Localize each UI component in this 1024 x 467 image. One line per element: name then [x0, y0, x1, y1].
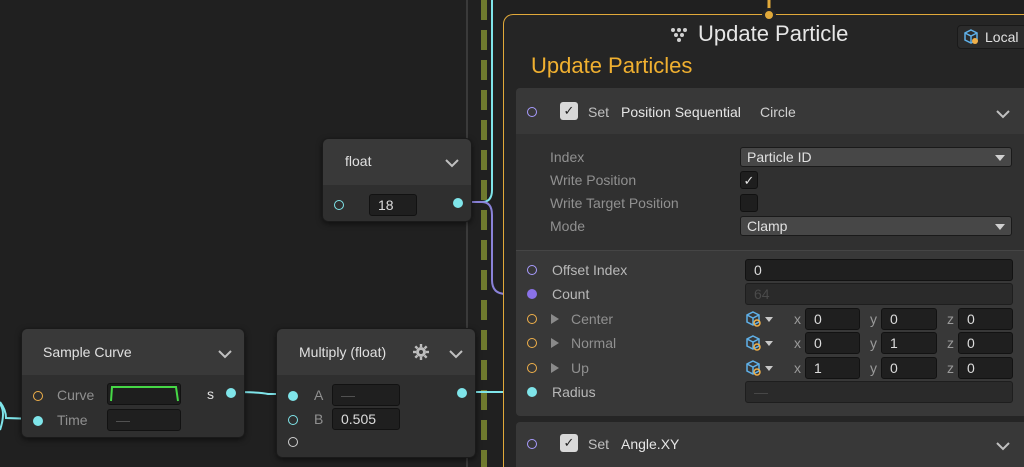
index-value: Particle ID: [747, 149, 812, 165]
gear-icon[interactable]: [412, 343, 430, 361]
center-port[interactable]: [527, 314, 537, 324]
chevron-down-icon[interactable]: [996, 441, 1010, 451]
write-target-position-checkbox[interactable]: [740, 194, 758, 212]
offset-index-label: Offset Index: [552, 262, 628, 278]
center-expand-icon[interactable]: [551, 314, 559, 324]
s-output-label: s: [207, 386, 214, 402]
cube-space-icon[interactable]: [745, 310, 775, 328]
particles-icon: [671, 28, 687, 42]
multiply-output-port[interactable]: [457, 388, 467, 398]
b-input-port[interactable]: [288, 415, 298, 425]
normal-expand-icon[interactable]: [551, 338, 559, 348]
radius-label: Radius: [552, 384, 596, 400]
float-input-port[interactable]: [334, 200, 344, 210]
up-label: Up: [571, 360, 589, 376]
curve-field[interactable]: [107, 383, 181, 405]
float-node[interactable]: float 18: [322, 138, 472, 222]
sample-curve-node[interactable]: Sample Curve Curve Time — s: [21, 328, 245, 438]
normal-y-label: y: [870, 335, 877, 351]
float-value-field[interactable]: 18: [369, 194, 417, 216]
up-port[interactable]: [527, 363, 537, 373]
normal-port[interactable]: [527, 338, 537, 348]
cube-space-icon[interactable]: [745, 359, 775, 377]
up-y-label: y: [870, 360, 877, 376]
center-label: Center: [571, 311, 614, 327]
normal-y-field[interactable]: 1: [881, 332, 937, 354]
set-label: Set: [588, 104, 610, 120]
block-activation-port[interactable]: [527, 107, 537, 117]
curve-label: Curve: [57, 387, 95, 403]
sample-curve-title: Sample Curve: [43, 344, 132, 360]
normal-label: Normal: [571, 335, 617, 351]
up-z-field[interactable]: 0: [958, 357, 1013, 379]
chevron-down-icon[interactable]: [218, 349, 232, 359]
chevron-down-icon[interactable]: [996, 109, 1010, 119]
up-x-field[interactable]: 1: [805, 357, 860, 379]
angle-block-activation-port[interactable]: [527, 439, 537, 449]
add-input-port[interactable]: [288, 437, 298, 447]
chevron-down-icon[interactable]: [445, 158, 459, 168]
write-position-checkbox[interactable]: ✓: [740, 171, 758, 189]
radius-port[interactable]: [527, 387, 537, 397]
count-field[interactable]: 64: [745, 283, 1013, 305]
center-z-label: z: [947, 311, 954, 327]
space-toggle-button[interactable]: Local: [957, 25, 1024, 49]
mode-label: Mode: [550, 218, 586, 234]
block-enabled-checkbox[interactable]: ✓: [560, 102, 578, 120]
offset-index-field[interactable]: 0: [745, 259, 1013, 281]
up-z-label: z: [947, 360, 954, 376]
center-x-label: x: [794, 311, 801, 327]
time-input-port[interactable]: [33, 416, 43, 426]
normal-z-label: z: [947, 335, 954, 351]
normal-x-field[interactable]: 0: [805, 332, 860, 354]
mode-dropdown[interactable]: Clamp: [740, 216, 1012, 236]
time-label: Time: [57, 412, 88, 428]
curve-input-port[interactable]: [33, 391, 43, 401]
s-output-port[interactable]: [226, 388, 236, 398]
multiply-title: Multiply (float): [299, 344, 387, 360]
a-label: A: [314, 387, 324, 403]
space-label: Local: [985, 29, 1019, 45]
flow-input-port[interactable]: [762, 8, 776, 22]
normal-z-field[interactable]: 0: [958, 332, 1013, 354]
mode-value: Clamp: [747, 218, 788, 234]
up-x-label: x: [794, 360, 801, 376]
center-z-field[interactable]: 0: [958, 308, 1013, 330]
block-variant: Circle: [760, 104, 796, 120]
context-title: Update Particle: [698, 21, 849, 46]
angle-set-label: Set: [588, 436, 610, 452]
multiply-node[interactable]: Multiply (float) A — B 0.505: [276, 328, 476, 458]
float-node-title: float: [345, 153, 372, 169]
center-y-label: y: [870, 311, 877, 327]
angle-block-name: Angle.XY: [621, 436, 680, 452]
b-label: B: [314, 411, 324, 427]
index-dropdown[interactable]: Particle ID: [740, 147, 1012, 167]
up-y-field[interactable]: 0: [881, 357, 937, 379]
normal-x-label: x: [794, 335, 801, 351]
offset-index-port[interactable]: [527, 265, 537, 275]
chevron-down-icon[interactable]: [449, 349, 463, 359]
up-expand-icon[interactable]: [551, 363, 559, 373]
a-input-port[interactable]: [288, 391, 298, 401]
cube-space-icon[interactable]: [745, 334, 775, 352]
b-field[interactable]: 0.505: [332, 408, 400, 430]
center-x-field[interactable]: 0: [805, 308, 860, 330]
radius-field[interactable]: —: [745, 381, 1013, 403]
curve-preview-icon: [110, 386, 179, 402]
index-label: Index: [550, 149, 585, 165]
block-name: Position Sequential: [621, 104, 741, 120]
count-label: Count: [552, 286, 590, 302]
write-target-position-label: Write Target Position: [550, 195, 679, 211]
float-output-port[interactable]: [453, 198, 463, 208]
time-field[interactable]: —: [107, 409, 181, 431]
cube-icon: [964, 29, 978, 44]
a-field[interactable]: —: [332, 384, 400, 406]
center-y-field[interactable]: 0: [881, 308, 937, 330]
count-port[interactable]: [527, 289, 537, 299]
context-subtitle: Update Particles: [531, 53, 693, 78]
write-position-label: Write Position: [550, 172, 637, 188]
angle-block-enabled-checkbox[interactable]: ✓: [560, 434, 578, 452]
